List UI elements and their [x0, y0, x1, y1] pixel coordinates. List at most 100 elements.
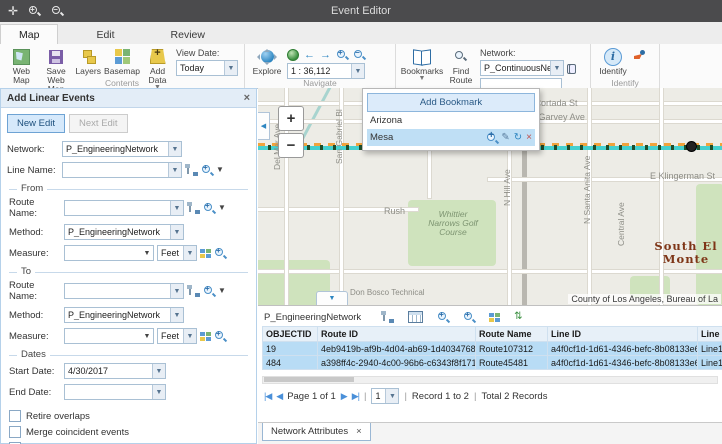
dropdown-caret[interactable]: ▼: [216, 167, 224, 173]
chevron-down-icon[interactable]: ▼: [550, 61, 563, 75]
last-page-icon[interactable]: ▶|: [352, 391, 359, 402]
explore-button[interactable]: Explore: [251, 46, 283, 76]
identify-route-icon[interactable]: [633, 50, 645, 62]
table-row[interactable]: 19 4eb9419b-af9b-4d04-ab69-1d403476802b …: [263, 342, 722, 356]
find-route-button[interactable]: Find Route: [446, 46, 476, 85]
binoculars-icon[interactable]: [567, 64, 576, 73]
view-date-select[interactable]: Today ▼: [176, 60, 238, 76]
sort-icon[interactable]: ⇅: [514, 312, 522, 322]
chevron-down-icon[interactable]: ▼: [183, 329, 196, 343]
edit-bookmark-icon[interactable]: ✎: [501, 133, 509, 143]
horizontal-scrollbar[interactable]: [262, 376, 718, 384]
measure-picker-icon[interactable]: [200, 249, 211, 258]
basemap-button[interactable]: Basemap: [105, 46, 139, 76]
full-extent-icon[interactable]: [287, 49, 299, 61]
zoom-to-measure-icon[interactable]: +: [214, 247, 226, 259]
new-edit-button[interactable]: New Edit: [7, 114, 65, 133]
select-route-on-map-icon[interactable]: [187, 202, 200, 214]
calendar-dropdown-icon[interactable]: ▼: [152, 385, 165, 399]
close-icon[interactable]: ×: [244, 92, 250, 104]
zoom-to-bookmark-icon[interactable]: +: [486, 132, 497, 143]
merge-coincident-checkbox[interactable]: [9, 426, 21, 438]
select-records-icon[interactable]: [381, 311, 394, 323]
chevron-down-icon[interactable]: ▼: [168, 163, 181, 177]
show-table-icon[interactable]: [408, 311, 423, 323]
attribute-grid-icon[interactable]: [489, 313, 500, 322]
tab-review[interactable]: Review: [153, 25, 223, 44]
start-date-input[interactable]: 4/30/2017 ▼: [64, 363, 166, 379]
zoom-to-route-icon[interactable]: +: [203, 202, 215, 214]
route-node[interactable]: [686, 141, 697, 152]
chevron-down-icon[interactable]: ▼: [141, 246, 153, 260]
chevron-down-icon[interactable]: ▼: [170, 201, 183, 215]
network-select[interactable]: P_ContinuousNetwork ▼: [480, 60, 564, 76]
refresh-bookmark-icon[interactable]: ↻: [514, 133, 522, 143]
first-page-icon[interactable]: |◀: [264, 391, 271, 402]
identify-button[interactable]: i Identify: [597, 46, 629, 76]
col-line-id[interactable]: Line ID: [548, 327, 698, 342]
zoom-to-route-icon[interactable]: +: [203, 285, 215, 297]
scale-select[interactable]: 1 : 36,112 ▼: [287, 63, 365, 79]
bookmark-item-arizona[interactable]: Arizona: [367, 112, 535, 129]
next-page-icon[interactable]: ▶: [341, 391, 347, 402]
collapse-panel-left-button[interactable]: ◀: [258, 112, 270, 140]
col-route-name[interactable]: Route Name: [476, 327, 548, 342]
remove-bookmark-icon[interactable]: ×: [526, 133, 532, 143]
zoom-to-measure-icon[interactable]: +: [214, 330, 226, 342]
layers-button[interactable]: Layers: [75, 46, 101, 76]
zoom-to-selection-icon[interactable]: +: [437, 311, 449, 323]
tab-edit[interactable]: Edit: [78, 25, 132, 44]
col-line-name[interactable]: Line Name: [698, 327, 722, 342]
to-measure-input[interactable]: ▼: [64, 328, 154, 344]
collapse-panel-bottom-button[interactable]: ▼: [316, 291, 348, 305]
calendar-dropdown-icon[interactable]: ▼: [152, 364, 165, 378]
col-objectid[interactable]: OBJECTID: [263, 327, 318, 342]
retire-overlaps-checkbox[interactable]: [9, 410, 21, 422]
close-tab-icon[interactable]: ×: [356, 426, 362, 437]
table-row[interactable]: 484 a398ff4c-2940-4c00-96b6-c6343f8f1711…: [263, 356, 722, 370]
bookmark-item-mesa[interactable]: Mesa + ✎ ↻ ×: [367, 129, 535, 146]
col-route-id[interactable]: Route ID: [318, 327, 476, 342]
to-route-name-select[interactable]: ▼: [64, 283, 184, 299]
select-line-on-map-icon[interactable]: [185, 164, 198, 176]
line-name-select[interactable]: ▼: [62, 162, 182, 178]
group-navigate: Explore ← → + − 1 : 36,112 ▼ Navigate: [245, 44, 396, 88]
scrollbar-handle[interactable]: [264, 377, 354, 382]
chevron-down-icon[interactable]: ▼: [183, 246, 196, 260]
chevron-down-icon[interactable]: ▼: [141, 329, 153, 343]
to-unit-select[interactable]: Feet ▼: [157, 328, 197, 344]
measure-picker-icon[interactable]: [200, 332, 211, 341]
zoom-in-tool-icon[interactable]: +: [336, 49, 348, 61]
network-field-select[interactable]: P_EngineeringNetwork ▼: [62, 141, 182, 157]
chevron-down-icon[interactable]: ▼: [385, 389, 398, 403]
pan-to-selection-icon[interactable]: +: [463, 311, 475, 323]
from-unit-select[interactable]: Feet ▼: [157, 245, 197, 261]
next-edit-button[interactable]: Next Edit: [69, 114, 128, 133]
end-date-input[interactable]: ▼: [64, 384, 166, 400]
add-bookmark-button[interactable]: Add Bookmark: [367, 93, 535, 112]
chevron-down-icon[interactable]: ▼: [170, 225, 183, 239]
zoom-to-line-icon[interactable]: +: [201, 164, 213, 176]
tab-map[interactable]: Map: [0, 24, 58, 44]
bookmarks-button[interactable]: Bookmarks ▼: [402, 46, 442, 82]
next-extent-icon[interactable]: →: [320, 50, 331, 60]
map-zoom-in-button[interactable]: +: [278, 106, 304, 131]
chevron-down-icon[interactable]: ▼: [170, 308, 183, 322]
select-route-on-map-icon[interactable]: [187, 285, 200, 297]
dropdown-caret[interactable]: ▼: [218, 288, 226, 294]
previous-page-icon[interactable]: ◀: [276, 391, 282, 402]
to-method-select[interactable]: P_EngineeringNetwork ▼: [64, 307, 184, 323]
from-measure-input[interactable]: ▼: [64, 245, 154, 261]
from-route-name-select[interactable]: ▼: [64, 200, 184, 216]
zoom-out-tool-icon[interactable]: −: [353, 49, 365, 61]
tab-network-attributes[interactable]: Network Attributes ×: [262, 423, 371, 441]
map-zoom-out-button[interactable]: −: [278, 133, 304, 158]
dropdown-caret[interactable]: ▼: [218, 205, 226, 211]
chevron-down-icon[interactable]: ▼: [224, 61, 237, 75]
chevron-down-icon[interactable]: ▼: [168, 142, 181, 156]
chevron-down-icon[interactable]: ▼: [170, 284, 183, 298]
previous-extent-icon[interactable]: ←: [304, 50, 315, 60]
chevron-down-icon[interactable]: ▼: [351, 64, 364, 78]
from-method-select[interactable]: P_EngineeringNetwork ▼: [64, 224, 184, 240]
page-select[interactable]: 1 ▼: [371, 388, 399, 404]
